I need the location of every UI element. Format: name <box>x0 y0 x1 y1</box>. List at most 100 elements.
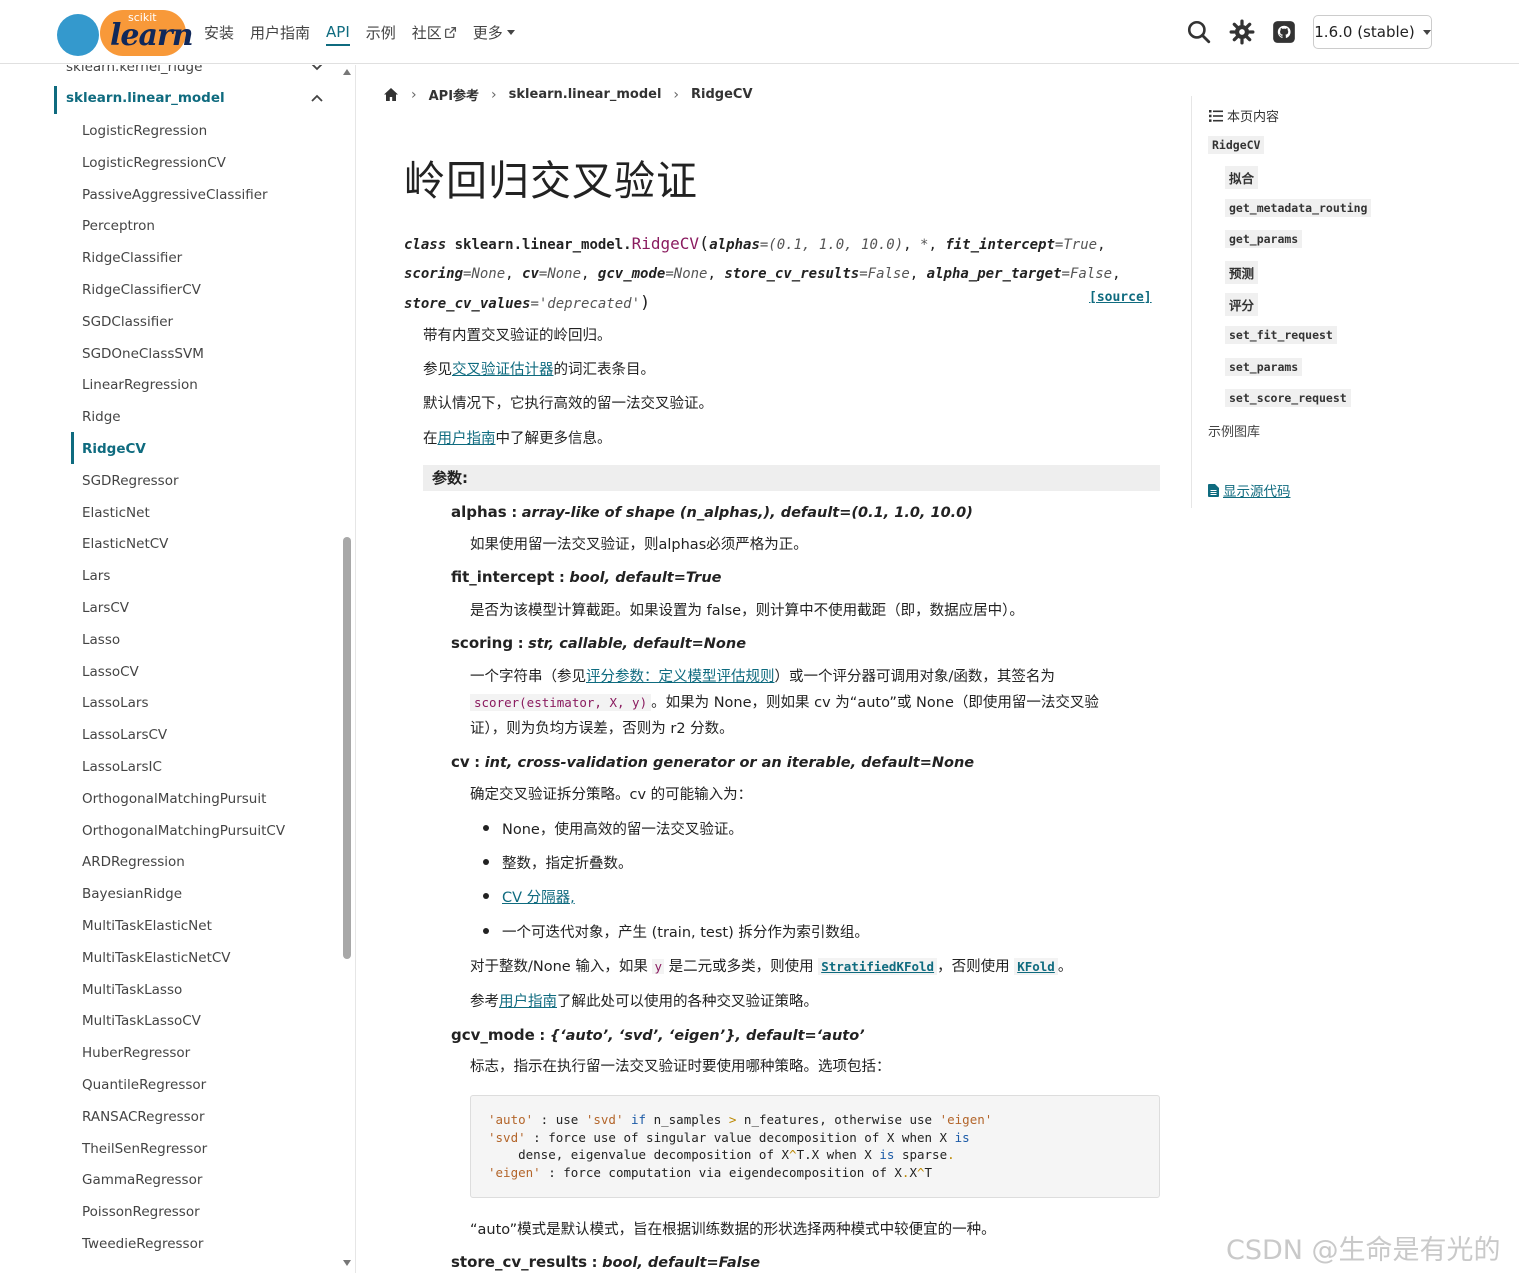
class-description: 带有内置交叉验证的岭回归。 <box>423 328 612 344</box>
sidebar-item-elasticnet[interactable]: ElasticNet <box>82 505 150 521</box>
chevron-up-icon[interactable] <box>310 91 324 105</box>
toc-score[interactable]: 评分 <box>1225 293 1259 316</box>
breadcrumb-api-reference[interactable]: API参考 <box>429 85 479 104</box>
toc-set-params[interactable]: set_params <box>1225 358 1303 376</box>
sidebar-item-bayesianridge[interactable]: BayesianRidge <box>82 886 182 902</box>
toc-get-params[interactable]: get_params <box>1225 230 1303 248</box>
scoring-rules-link[interactable]: 评分参数：定义模型评估规则 <box>586 669 775 685</box>
sidebar-item-ridge[interactable]: Ridge <box>82 409 121 425</box>
file-icon <box>1208 483 1219 497</box>
sidebar-item-ridgeclassifiercv[interactable]: RidgeClassifierCV <box>82 282 201 298</box>
page-title: 岭回归交叉验证 <box>404 157 698 205</box>
sidebar-item-larscv[interactable]: LarsCV <box>82 600 129 616</box>
sidebar-item-multitaskelasticnetcv[interactable]: MultiTaskElasticNetCV <box>82 950 231 966</box>
text: 在 <box>423 431 438 447</box>
sidebar-item-sgdoneclasssvm[interactable]: SGDOneClassSVM <box>82 346 204 362</box>
sig-param-alphas: alphas <box>709 237 760 253</box>
home-icon[interactable] <box>383 87 399 102</box>
text: 参考 <box>470 994 499 1010</box>
toc-ridgecv[interactable]: RidgeCV <box>1208 136 1265 154</box>
github-icon[interactable] <box>1271 19 1297 45</box>
breadcrumb-linear-model[interactable]: sklearn.linear_model <box>509 87 662 102</box>
sidebar-item-gammaregressor[interactable]: GammaRegressor <box>82 1172 202 1188</box>
scroll-down-arrow[interactable] <box>343 1260 351 1266</box>
sidebar-item-ardregression[interactable]: ARDRegression <box>82 854 185 870</box>
sidebar-group-kernel-ridge[interactable]: sklearn.kernel_ridge <box>66 65 202 75</box>
nav-community[interactable]: 社区 <box>412 0 457 64</box>
sidebar-item-lassolars[interactable]: LassoLars <box>82 695 149 711</box>
logo-learn-text: learn <box>110 18 194 53</box>
toc-set-fit-request[interactable]: set_fit_request <box>1225 326 1337 344</box>
param-type: {‘auto’, ‘svd’, ‘eigen’}, default=‘auto’ <box>549 1028 865 1044</box>
theme-gear-icon[interactable] <box>1229 19 1255 45</box>
sidebar-scrollbar-thumb[interactable] <box>343 537 351 959</box>
param-name: fit_intercept <box>451 568 555 586</box>
scikit-learn-logo[interactable]: scikit learn <box>56 8 194 56</box>
sidebar-item-ridgecv[interactable]: RidgeCV <box>82 441 146 457</box>
sidebar-item-multitasklasso[interactable]: MultiTaskLasso <box>82 982 182 998</box>
sig-module: sklearn.linear_model. <box>454 237 632 253</box>
breadcrumb-separator: › <box>491 86 497 103</box>
kfold-link[interactable]: KFold <box>1014 958 1058 975</box>
sidebar-item-lars[interactable]: Lars <box>82 568 110 584</box>
show-source-link[interactable]: 显示源代码 <box>1208 480 1291 500</box>
sidebar-item-poissonregressor[interactable]: PoissonRegressor <box>82 1204 200 1220</box>
param-name: scoring <box>451 634 514 652</box>
source-link[interactable]: [source] <box>1089 290 1152 305</box>
toc-examples-gallery[interactable]: 示例图库 <box>1208 421 1260 440</box>
nav-user-guide[interactable]: 用户指南 <box>250 0 310 64</box>
search-icon[interactable] <box>1186 19 1212 45</box>
sidebar-item-huberregressor[interactable]: HuberRegressor <box>82 1045 190 1061</box>
sidebar-item-logisticregressioncv[interactable]: LogisticRegressionCV <box>82 155 226 171</box>
param-alphas: alphas : array-like of shape (n_alphas,)… <box>451 503 973 521</box>
sidebar-item-theilsenregressor[interactable]: TheilSenRegressor <box>82 1141 207 1157</box>
sidebar-item-elasticnetcv[interactable]: ElasticNetCV <box>82 536 168 552</box>
toc-fit[interactable]: 拟合 <box>1225 166 1259 189</box>
sidebar-group-linear-model[interactable]: sklearn.linear_model <box>66 90 225 106</box>
sidebar-item-logisticregression[interactable]: LogisticRegression <box>82 123 207 139</box>
class-signature: class sklearn.linear_model.RidgeCV(alpha… <box>404 229 1164 319</box>
sidebar-item-sgdregressor[interactable]: SGDRegressor <box>82 473 179 489</box>
signature-line-1: class sklearn.linear_model.RidgeCV(alpha… <box>404 234 1106 254</box>
sidebar-item-multitaskelasticnet[interactable]: MultiTaskElasticNet <box>82 918 212 934</box>
param-store-cv-results: store_cv_results : bool, default=False <box>451 1253 761 1271</box>
show-source-label: 显示源代码 <box>1223 484 1291 500</box>
sidebar-item-linearregression[interactable]: LinearRegression <box>82 377 198 393</box>
sidebar-item-tweedieregressor[interactable]: TweedieRegressor <box>82 1236 203 1252</box>
nav-api[interactable]: API <box>326 0 350 64</box>
version-switcher[interactable]: 1.6.0 (stable) <box>1313 15 1432 49</box>
user-guide-link[interactable]: 用户指南 <box>438 431 496 447</box>
glossary-note: 参见交叉验证估计器的词汇表条目。 <box>423 358 655 379</box>
inline-code: scorer(estimator, X, y) <box>470 694 652 711</box>
sidebar-item-perceptron[interactable]: Perceptron <box>82 218 155 234</box>
user-guide-link[interactable]: 用户指南 <box>499 994 557 1010</box>
text: 中了解更多信息。 <box>495 431 612 447</box>
sidebar-item-lassolarscv[interactable]: LassoLarsCV <box>82 727 167 743</box>
sidebar-item-orthogonalmatchingpursuit[interactable]: OrthogonalMatchingPursuit <box>82 791 266 807</box>
toc-set-score-request[interactable]: set_score_request <box>1225 389 1351 407</box>
nav-install[interactable]: 安装 <box>204 0 234 64</box>
sidebar-item-ransacregressor[interactable]: RANSACRegressor <box>82 1109 205 1125</box>
glossary-link[interactable]: 交叉验证估计器 <box>452 362 554 378</box>
stratifiedkfold-link[interactable]: StratifiedKFold <box>818 958 938 975</box>
sidebar-item-quantileregressor[interactable]: QuantileRegressor <box>82 1077 206 1093</box>
gcv-mode-code-block: 'auto' : use 'svd' if n_samples > n_feat… <box>470 1095 1160 1198</box>
sig-star: * <box>920 237 929 253</box>
sidebar-item-passiveaggressiveclassifier[interactable]: PassiveAggressiveClassifier <box>82 187 268 203</box>
nav-more-dropdown[interactable]: 更多 <box>473 0 515 64</box>
sidebar-item-lassolarsic[interactable]: LassoLarsIC <box>82 759 162 775</box>
toc-predict[interactable]: 预测 <box>1225 261 1259 284</box>
cv-splitter-link[interactable]: CV 分隔器, <box>502 886 575 907</box>
scroll-up-arrow[interactable] <box>343 69 351 75</box>
sidebar-item-lasso[interactable]: Lasso <box>82 632 120 648</box>
toc-get-metadata-routing[interactable]: get_metadata_routing <box>1225 199 1372 217</box>
nav-examples[interactable]: 示例 <box>366 0 396 64</box>
sidebar-item-lassocv[interactable]: LassoCV <box>82 664 139 680</box>
sidebar-item-multitasklassocv[interactable]: MultiTaskLassoCV <box>82 1013 201 1029</box>
sig-param-fit-intercept: fit_intercept <box>945 237 1055 253</box>
sidebar-item-orthogonalmatchingpursuitcv[interactable]: OrthogonalMatchingPursuitCV <box>82 823 285 839</box>
chevron-down-icon[interactable] <box>310 65 324 74</box>
sidebar-item-ridgeclassifier[interactable]: RidgeClassifier <box>82 250 182 266</box>
sidebar-item-sgdclassifier[interactable]: SGDClassifier <box>82 314 173 330</box>
main-content: › API参考 › sklearn.linear_model › RidgeCV… <box>357 65 1177 1273</box>
